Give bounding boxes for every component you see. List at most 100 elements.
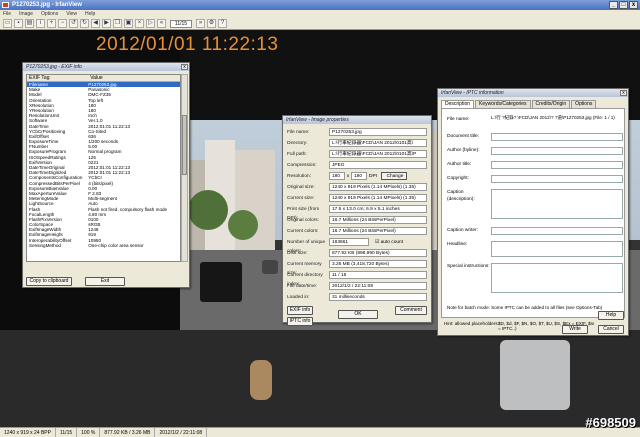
iptc-field-label: Special instructions: xyxy=(447,264,490,269)
property-value[interactable]: 31 milliseconds xyxy=(329,293,427,301)
rotate-left-icon[interactable]: ↺ xyxy=(69,19,78,28)
info-icon[interactable]: i xyxy=(36,19,45,28)
property-value[interactable]: 17.5 x 13.0 cm; 6.9 x 5.1 inches xyxy=(329,205,427,213)
property-row: Current directory index: 11 / 15 xyxy=(287,271,427,287)
exif-info-button[interactable]: EXIF info xyxy=(287,306,313,315)
resolution-label: Resolution: xyxy=(287,174,311,179)
prev-icon[interactable]: ◀ xyxy=(91,19,100,28)
menu-image[interactable]: Image xyxy=(19,10,33,18)
watermark: #698509 xyxy=(585,415,636,430)
rotate-right-icon[interactable]: ↻ xyxy=(80,19,89,28)
iptc-field-input[interactable] xyxy=(491,161,623,169)
iptc-field-input[interactable] xyxy=(491,263,623,293)
property-value[interactable]: 3.26 MB (3,418,720 Bytes) xyxy=(329,260,427,268)
menu-view[interactable]: View xyxy=(66,10,77,18)
menu-help[interactable]: Help xyxy=(85,10,95,18)
comment-button[interactable]: Comment xyxy=(395,306,427,315)
close-icon[interactable]: x xyxy=(620,90,627,96)
auto-count-label: auto count xyxy=(380,240,404,245)
property-value[interactable]: 2012/1/2 / 22:11:08 xyxy=(329,282,427,290)
property-label: Current colors: xyxy=(287,229,319,234)
iptc-field-input[interactable] xyxy=(491,241,623,257)
delete-icon[interactable]: × xyxy=(135,19,144,28)
exif-table-header: EXIF Tag Value xyxy=(27,75,180,82)
exif-scrollbar[interactable] xyxy=(181,74,188,262)
exif-col-tag[interactable]: EXIF Tag xyxy=(27,75,88,81)
print-icon[interactable]: ▤ xyxy=(25,19,34,28)
exif-dialog-title: P1270253.jpg - EXIF info xyxy=(23,63,189,71)
property-value[interactable]: 11 / 15 xyxy=(329,271,427,279)
cancel-button[interactable]: Cancel xyxy=(598,325,624,334)
exif-row[interactable]: SensingMethod One-chip color area sensor xyxy=(27,243,180,248)
minimize-button[interactable]: _ xyxy=(609,1,618,9)
first-page-icon[interactable]: « xyxy=(157,19,166,28)
help-icon[interactable]: ? xyxy=(218,19,227,28)
status-dimensions: 1240 x 919 x 24 BPP xyxy=(0,428,56,437)
open-icon[interactable]: ▭ xyxy=(3,19,12,28)
page-indicator[interactable]: 11/15 xyxy=(170,19,192,28)
zoom-in-icon[interactable]: + xyxy=(47,19,56,28)
photo-car xyxy=(262,260,278,274)
tab-credits[interactable]: Credits/Origin xyxy=(531,100,571,108)
title-bar: P1270253.jpg - IrfanView _ □ x xyxy=(0,0,640,10)
exif-col-value[interactable]: Value xyxy=(88,75,180,81)
zoom-out-icon[interactable]: − xyxy=(58,19,67,28)
copy-icon[interactable]: ❐ xyxy=(113,19,122,28)
tab-description[interactable]: Description xyxy=(441,100,475,108)
tab-keywords[interactable]: Keywords/Categories xyxy=(475,100,531,108)
iptc-batch-note: Note for batch mode: Some IPTC can be ad… xyxy=(447,305,603,310)
photo-timestamp: 2012/01/01 11:22:13 xyxy=(96,34,279,55)
close-icon[interactable]: x xyxy=(181,64,188,70)
close-button[interactable]: x xyxy=(629,1,638,9)
property-row: File name: P1270253.jpg xyxy=(287,128,427,137)
tab-options[interactable]: Options xyxy=(571,100,597,108)
auto-count-checkbox[interactable]: ☑ auto count xyxy=(369,238,403,247)
property-label: Loaded in: xyxy=(287,295,310,300)
write-button[interactable]: Write xyxy=(562,325,588,334)
maximize-button[interactable]: □ xyxy=(619,1,628,9)
property-value[interactable]: 877.92 KB (898,990 Bytes) xyxy=(329,249,427,257)
menu-options[interactable]: Options xyxy=(41,10,58,18)
iptc-field-input[interactable] xyxy=(491,227,623,235)
property-value[interactable]: JPEG xyxy=(329,161,427,169)
change-button[interactable]: Change xyxy=(381,172,407,180)
resolution-y-input[interactable]: 180 xyxy=(351,172,367,180)
property-value[interactable]: 16.7 Millions (24 BitsPerPixel) xyxy=(329,227,427,235)
dpi-label: DPI xyxy=(369,174,377,179)
iptc-field-label: Author title: xyxy=(447,162,472,167)
ok-button[interactable]: OK xyxy=(338,310,378,319)
resolution-x-input[interactable]: 180 xyxy=(329,172,345,180)
property-value[interactable]: 1240 x 919 Pixels (1.14 MPixels) (1.35) xyxy=(329,194,427,202)
menu-file[interactable]: File xyxy=(3,10,11,18)
iptc-field-label: Author (byline): xyxy=(447,148,480,153)
status-size: 877.92 KB / 3.26 MB xyxy=(100,428,156,437)
property-value[interactable]: L:\行車紀錄器\FCD\JAN 2012\0101高\ xyxy=(329,139,427,147)
help-button[interactable]: Help xyxy=(598,311,624,320)
iptc-field-label: Headline: xyxy=(447,242,468,247)
slideshow-icon[interactable]: ▷ xyxy=(146,19,155,28)
property-value[interactable]: L:\行車紀錄器\FCD\JAN 2012\0101高\P xyxy=(329,150,427,158)
iptc-field-input[interactable] xyxy=(491,175,623,183)
settings-icon[interactable]: ⚙ xyxy=(207,19,216,28)
iptc-info-button[interactable]: IPTC info xyxy=(287,317,313,326)
iptc-field-input[interactable] xyxy=(491,133,623,141)
paste-icon[interactable]: ▣ xyxy=(124,19,133,28)
last-page-icon[interactable]: » xyxy=(196,19,205,28)
exif-table[interactable]: EXIF Tag Value Filename P1270253.jpg Make P… xyxy=(26,74,181,262)
property-label: Print size (from DPI): xyxy=(287,207,320,221)
property-value[interactable]: 16.7 Millions (24 BitsPerPixel) xyxy=(329,216,427,224)
property-row: Original size: 1240 x 919 Pixels (1.14 MP… xyxy=(287,183,427,192)
exit-button[interactable]: Exit xyxy=(85,277,125,286)
iptc-field-label: Caption (description): xyxy=(447,190,475,202)
iptc-field-input[interactable] xyxy=(491,189,623,219)
property-value[interactable]: P1270253.jpg xyxy=(329,128,427,136)
exif-tag: SensingMethod xyxy=(29,242,61,248)
iptc-field-input[interactable] xyxy=(491,147,623,155)
save-icon[interactable]: ▪ xyxy=(14,19,23,28)
iptc-description-panel: File name: L:\行 ?紀錄? \FCD\JAN 2012\? ?道\… xyxy=(441,108,625,318)
property-value[interactable]: 1240 x 919 Pixels (1.14 MPixels) (1.35) xyxy=(329,183,427,191)
property-row: File date/time: 2012/1/2 / 22:11:08 xyxy=(287,282,427,291)
next-icon[interactable]: ▶ xyxy=(102,19,111,28)
exif-scroll-thumb[interactable] xyxy=(182,115,187,175)
copy-to-clipboard-button[interactable]: Copy to clipboard xyxy=(26,277,72,286)
